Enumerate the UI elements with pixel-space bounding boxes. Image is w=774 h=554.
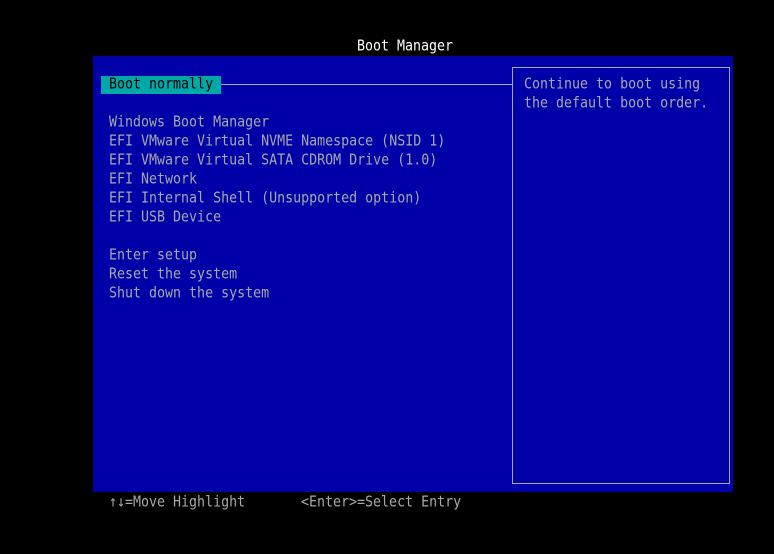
help-box (512, 67, 730, 484)
footer-select-hint: <Enter>=Select Entry (301, 493, 462, 512)
menu-item-label[interactable]: Boot normally (109, 74, 213, 96)
footer-move-hint: ↑↓=Move Highlight (109, 493, 246, 512)
menu-item[interactable]: EFI USB Device (109, 207, 221, 229)
menu-item-shutdown[interactable]: Shut down the system (109, 283, 269, 305)
divider (221, 84, 512, 85)
help-text: the default boot order. (524, 94, 709, 113)
page-title: Boot Manager (357, 37, 454, 56)
